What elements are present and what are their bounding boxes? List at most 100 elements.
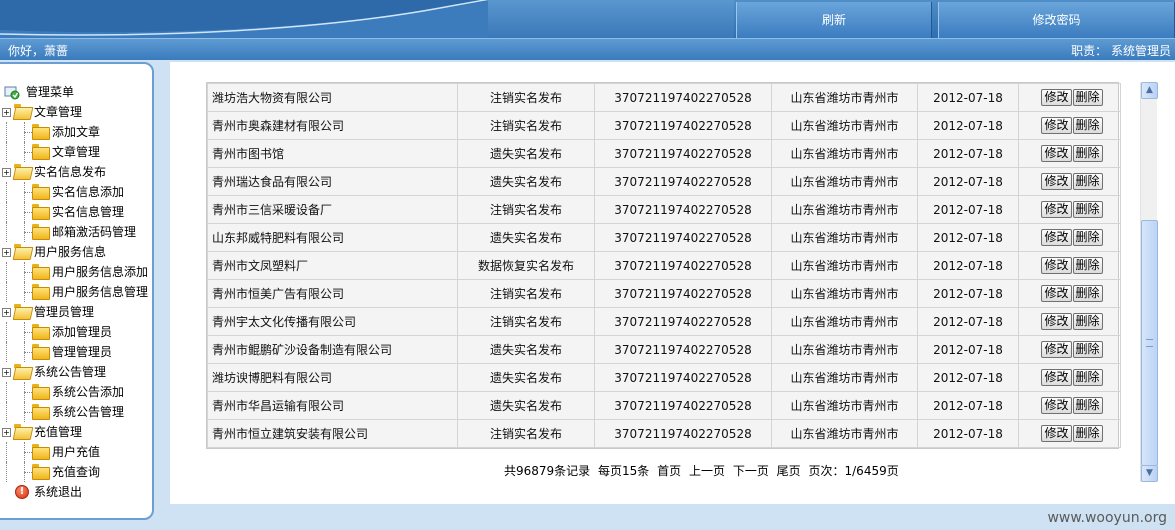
edit-button[interactable]: 修改 (1041, 341, 1072, 358)
edit-button[interactable]: 修改 (1041, 89, 1072, 106)
sidebar-item-label: 管理管理员 (52, 345, 113, 359)
id-number-cell: 370721197402270528 (594, 391, 772, 420)
edit-button[interactable]: 修改 (1041, 117, 1072, 134)
actions-cell: 修改 删除 (1018, 279, 1121, 308)
sidebar-item-label: 文章管理 (52, 145, 101, 159)
scroll-down-icon[interactable]: ▼ (1141, 465, 1158, 482)
actions-cell: 修改 删除 (1018, 335, 1121, 364)
delete-button[interactable]: 删除 (1072, 397, 1103, 414)
sidebar-group[interactable]: + 实名信息发布 (2, 162, 152, 182)
actions-cell: 修改 删除 (1018, 139, 1121, 168)
sidebar-item-label: 实名信息管理 (52, 205, 125, 219)
expand-toggle-icon[interactable]: + (2, 168, 11, 177)
sidebar-group[interactable]: + 文章管理 (2, 102, 152, 122)
sidebar-item[interactable]: 添加管理员 (2, 322, 152, 342)
date-cell: 2012-07-18 (917, 251, 1019, 280)
edit-button[interactable]: 修改 (1041, 229, 1072, 246)
delete-button[interactable]: 删除 (1072, 257, 1103, 274)
edit-button[interactable]: 修改 (1041, 145, 1072, 162)
delete-button[interactable]: 删除 (1072, 173, 1103, 190)
delete-button[interactable]: 删除 (1072, 145, 1103, 162)
sidebar-group[interactable]: + 充值管理 (2, 422, 152, 442)
sidebar-item-label: 用户服务信息管理 (52, 285, 149, 299)
delete-button[interactable]: 删除 (1072, 201, 1103, 218)
edit-button[interactable]: 修改 (1041, 201, 1072, 218)
expand-toggle-icon[interactable]: + (2, 368, 11, 377)
company-name-cell: 青州市恒立建筑安装有限公司 (207, 419, 458, 448)
sidebar-group-label: 管理员管理 (34, 305, 95, 319)
pager-prev-link[interactable]: 上一页 (689, 464, 725, 478)
table-row: 潍坊谀博肥料有限公司 遗失实名发布 370721197402270528 山东省潍坊市… (207, 363, 1121, 392)
sidebar-item[interactable]: 用户充值 (2, 442, 152, 462)
publish-type-cell: 注销实名发布 (457, 279, 595, 308)
sidebar-item[interactable]: 实名信息管理 (2, 202, 152, 222)
records-table-container: 潍坊浩大物资有限公司 注销实名发布 370721197402270528 山东省潍坊市… (206, 82, 1121, 449)
pager-last-link[interactable]: 尾页 (777, 464, 801, 478)
folder-open-icon (14, 424, 30, 438)
edit-button[interactable]: 修改 (1041, 397, 1072, 414)
sidebar-item[interactable]: 管理管理员 (2, 342, 152, 362)
delete-button[interactable]: 删除 (1072, 369, 1103, 386)
date-cell: 2012-07-18 (917, 83, 1019, 112)
sidebar-item-label: 邮箱激活码管理 (52, 225, 137, 239)
expand-toggle-icon[interactable]: + (2, 248, 11, 257)
delete-button[interactable]: 删除 (1072, 425, 1103, 442)
actions-cell: 修改 删除 (1018, 251, 1121, 280)
scroll-up-icon[interactable]: ▲ (1141, 82, 1158, 99)
edit-button[interactable]: 修改 (1041, 369, 1072, 386)
sidebar-item[interactable]: 用户服务信息管理 (2, 282, 152, 302)
table-row: 青州市华昌运输有限公司 遗失实名发布 370721197402270528 山东省潍坊… (207, 391, 1121, 420)
tree-line (24, 272, 32, 273)
delete-button[interactable]: 删除 (1072, 89, 1103, 106)
sidebar-item[interactable]: 充值查询 (2, 462, 152, 482)
actions-cell: 修改 删除 (1018, 419, 1121, 448)
folder-icon (32, 124, 50, 140)
sidebar-item[interactable]: 添加文章 (2, 122, 152, 142)
sidebar-group[interactable]: + 用户服务信息 (2, 242, 152, 262)
delete-button[interactable]: 删除 (1072, 341, 1103, 358)
sidebar-item[interactable]: 系统公告管理 (2, 402, 152, 422)
sidebar-item[interactable]: 邮箱激活码管理 (2, 222, 152, 242)
pager-next-link[interactable]: 下一页 (733, 464, 769, 478)
header-spacer (488, 0, 734, 38)
folder-icon (32, 284, 50, 300)
actions-cell: 修改 删除 (1018, 307, 1121, 336)
edit-button[interactable]: 修改 (1041, 257, 1072, 274)
refresh-tab[interactable]: 刷新 (736, 2, 932, 38)
sidebar-item[interactable]: 系统公告添加 (2, 382, 152, 402)
edit-button[interactable]: 修改 (1041, 425, 1072, 442)
expand-toggle-icon[interactable]: + (2, 108, 11, 117)
tree-line (6, 222, 7, 242)
change-password-tab[interactable]: 修改密码 (938, 2, 1175, 38)
expand-toggle-icon[interactable]: + (2, 428, 11, 437)
delete-button[interactable]: 删除 (1072, 313, 1103, 330)
expand-toggle-icon[interactable]: + (2, 308, 11, 317)
edit-button[interactable]: 修改 (1041, 173, 1072, 190)
actions-cell: 修改 删除 (1018, 167, 1121, 196)
sidebar-group[interactable]: + 管理员管理 (2, 302, 152, 322)
actions-cell: 修改 删除 (1018, 223, 1121, 252)
delete-button[interactable]: 删除 (1072, 117, 1103, 134)
folder-open-icon (14, 244, 30, 258)
scroll-thumb[interactable] (1141, 220, 1158, 466)
folder-icon (32, 264, 50, 280)
sidebar-item-exit[interactable]: ! 系统退出 (2, 482, 152, 502)
pager-page-info: 页次：1/6459页 (808, 464, 899, 478)
folder-icon (32, 204, 50, 220)
edit-button[interactable]: 修改 (1041, 313, 1072, 330)
sidebar-item[interactable]: 用户服务信息添加 (2, 262, 152, 282)
company-name-cell: 青州市图书馆 (207, 139, 458, 168)
pager-first-link[interactable]: 首页 (657, 464, 681, 478)
tree-line (24, 332, 32, 333)
tree-line (6, 442, 7, 462)
role-text: 职责： 系统管理员 (1071, 44, 1171, 58)
tree-line (24, 152, 32, 153)
delete-button[interactable]: 删除 (1072, 229, 1103, 246)
delete-button[interactable]: 删除 (1072, 285, 1103, 302)
sidebar-item[interactable]: 文章管理 (2, 142, 152, 162)
sidebar-group[interactable]: + 系统公告管理 (2, 362, 152, 382)
vertical-scrollbar[interactable]: ▲ ▼ (1140, 82, 1158, 482)
edit-button[interactable]: 修改 (1041, 285, 1072, 302)
table-row: 山东邦威特肥料有限公司 遗失实名发布 370721197402270528 山东省潍坊… (207, 223, 1121, 252)
sidebar-item[interactable]: 实名信息添加 (2, 182, 152, 202)
